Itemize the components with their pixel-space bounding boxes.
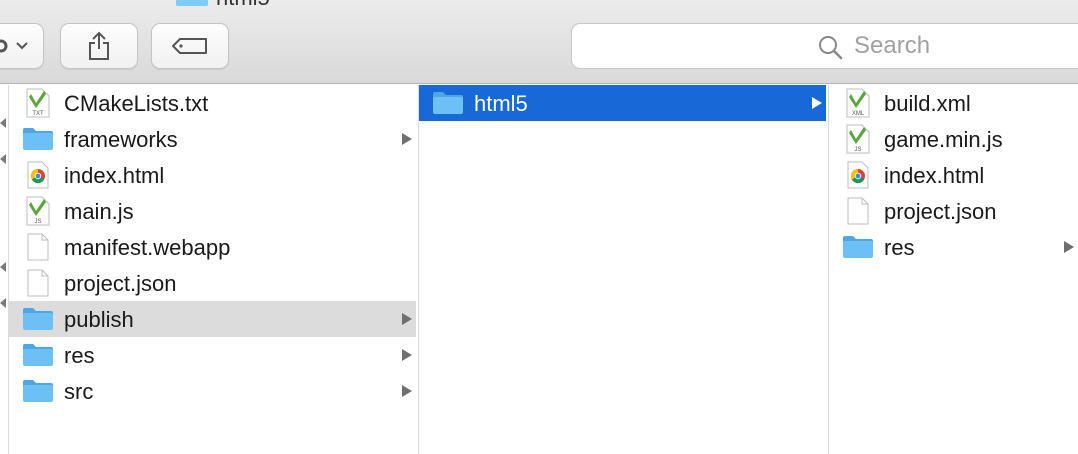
js-file-icon: JS: [21, 196, 55, 226]
svg-text:JS: JS: [854, 147, 861, 153]
item-label: project.json: [64, 271, 177, 296]
folder-row[interactable]: res: [9, 337, 416, 373]
gear-icon: [0, 39, 28, 53]
window-title-label: html5: [216, 0, 270, 11]
file-row[interactable]: JS game.min.js: [829, 121, 1078, 157]
folder-icon: [21, 304, 55, 334]
disclosure-arrow-icon: [402, 313, 412, 325]
svg-text:JS: JS: [34, 219, 41, 225]
svg-text:XML: XML: [852, 111, 865, 117]
tags-button[interactable]: [151, 23, 229, 69]
folder-icon: [21, 340, 55, 370]
share-button[interactable]: [60, 23, 138, 69]
item-label: res: [884, 235, 915, 260]
tag-icon: [172, 38, 207, 54]
share-icon: [89, 31, 109, 60]
item-label: frameworks: [64, 127, 178, 152]
toolbar: html5: [0, 0, 1078, 84]
svg-text:TXT: TXT: [32, 111, 44, 117]
file-row[interactable]: index.html: [9, 157, 416, 193]
column-3[interactable]: XML build.xml JS game.min.js index.html proje…: [828, 85, 1078, 454]
folder-row[interactable]: html5: [419, 85, 826, 121]
file-row[interactable]: project.json: [9, 265, 416, 301]
item-label: index.html: [884, 163, 985, 188]
folder-icon: [841, 232, 875, 262]
action-menu-button[interactable]: [0, 23, 44, 69]
item-label: game.min.js: [884, 127, 1003, 152]
disclosure-arrow-icon: [402, 133, 412, 145]
item-label: build.xml: [884, 91, 971, 116]
blank-file-icon: [841, 196, 875, 226]
file-row[interactable]: TXT CMakeLists.txt: [9, 85, 416, 121]
search-icon: [819, 36, 843, 60]
item-label: manifest.webapp: [64, 235, 231, 260]
item-label: project.json: [884, 199, 997, 224]
item-label: src: [64, 379, 94, 404]
file-row[interactable]: index.html: [829, 157, 1078, 193]
folder-row[interactable]: publish: [9, 301, 416, 337]
blank-file-icon: [21, 268, 55, 298]
folder-icon: [21, 376, 55, 406]
item-label: publish: [64, 307, 134, 332]
folder-row[interactable]: src: [9, 373, 416, 409]
file-row[interactable]: JS main.js: [9, 193, 416, 229]
txt-file-icon: TXT: [21, 88, 55, 118]
blank-file-icon: [21, 232, 55, 262]
chrome-html-icon: [841, 160, 875, 190]
file-row[interactable]: XML build.xml: [829, 85, 1078, 121]
folder-icon: [21, 124, 55, 154]
file-row[interactable]: project.json: [829, 193, 1078, 229]
search-input[interactable]: [854, 32, 1074, 60]
disclosure-arrow-icon: [812, 97, 822, 109]
search-field[interactable]: [571, 23, 1078, 69]
window-title: html5: [176, 0, 270, 11]
column-2[interactable]: html5: [418, 85, 826, 454]
chrome-html-icon: [21, 160, 55, 190]
disclosure-arrow-icon: [1064, 241, 1074, 253]
item-label: index.html: [64, 163, 165, 188]
item-label: main.js: [64, 199, 134, 224]
js-file-icon: JS: [841, 124, 875, 154]
file-row[interactable]: manifest.webapp: [9, 229, 416, 265]
column-1[interactable]: TXT CMakeLists.txt frameworks index.html JS m…: [8, 85, 416, 454]
item-label: CMakeLists.txt: [64, 91, 209, 116]
folder-icon: [431, 88, 465, 118]
item-label: html5: [474, 91, 528, 116]
folder-row[interactable]: frameworks: [9, 121, 416, 157]
xml-file-icon: XML: [841, 88, 875, 118]
disclosure-arrow-icon: [402, 349, 412, 361]
column-browser: TXT CMakeLists.txt frameworks index.html JS m…: [0, 85, 1078, 454]
disclosure-arrow-icon: [402, 385, 412, 397]
folder-row[interactable]: res: [829, 229, 1078, 265]
folder-icon: [176, 0, 208, 6]
item-label: res: [64, 343, 95, 368]
